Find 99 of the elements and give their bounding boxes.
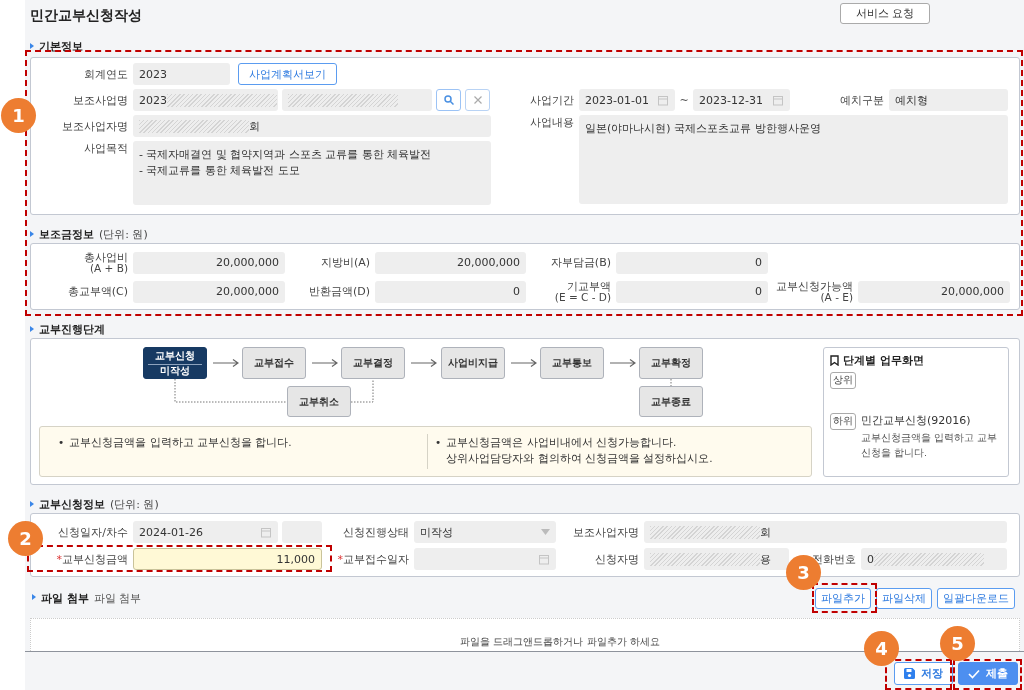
file-button[interactable]: 일괄다운로드 [937,587,1015,609]
step-node[interactable]: 사업비지급 [440,347,505,379]
step-node[interactable]: 교부접수 [242,347,307,379]
field-label: 총사업비 (A + B) [83,251,129,274]
section-title: 교부진행단계 [39,322,105,337]
field-label: 보조사업자명 [572,524,640,540]
drop-hint: 파일을 드래그앤드롭하거나 파일추가 하세요 [460,635,660,649]
bullet-icon [30,43,34,49]
section-title: 파일 첨부 [41,590,89,606]
input-field[interactable]: 20,000,000 [133,280,285,303]
field-label: 교부신청가능액 (A - E) [775,280,854,303]
caret-icon [541,529,550,535]
flow-arrow [411,359,438,367]
field-label: *교부신청금액 [55,551,129,567]
field-label: 보조사업자명 [61,118,129,134]
flow-arrow [609,359,636,367]
note-text: 교부신청금액은 사업비내에서 신청가능합니다. 상위사업담당자와 협의하여 신청금액을 설정하십시오. [446,435,713,467]
input-field[interactable]: 회 [644,521,1007,543]
field-label: 반환금액(D) [307,286,371,297]
search-button[interactable] [436,89,461,111]
input-field[interactable]: 0 [375,280,526,303]
input-field[interactable]: 20,000,000 [858,280,1010,303]
field-label: 신청자명 [594,551,640,567]
bullet-icon: • [435,434,442,469]
field-label: 지방비(A) [319,257,371,268]
section-title: 교부신청정보 [39,497,105,512]
field-label: 사업내용 [529,115,575,130]
input-field[interactable] [282,89,432,111]
field-label: 신청진행상태 [342,524,410,540]
bullet-icon [30,326,34,332]
input-field[interactable]: 20,000,000 [375,251,526,274]
calendar-icon [657,94,669,106]
page-title: 민간교부신청작성 [30,6,142,25]
input-field[interactable] [414,548,556,570]
view-plan-button[interactable]: 사업계획서보기 [238,63,337,85]
clear-button[interactable] [465,89,490,111]
input-field[interactable]: 0 [616,251,768,274]
input-field[interactable]: 0 [616,280,768,303]
file-button[interactable]: 파일삭제 [876,587,932,609]
field-label: 기교부액 (E = C - D) [553,280,612,303]
save-icon [904,668,915,679]
input-field[interactable]: 20,000,000 [133,251,285,274]
input-field[interactable]: 0 [861,548,1007,570]
field-label: 자부담금(B) [549,257,612,268]
screen-description: 교부신청금액을 입력하고 교부신청을 합니다. [861,431,999,460]
unit-note: (단위: 원) [99,227,148,242]
input-field[interactable]: 미작성 [414,521,556,543]
bookmark-icon [830,355,839,366]
field-label: 총교부액(C) [66,286,129,297]
field-label: 신청일자/차수 [57,524,129,540]
input-field[interactable]: 2023-01-01 [579,89,675,111]
unit-note: (단위: 원) [110,497,159,512]
note-text: 교부신청금액을 입력하고 교부신청을 합니다. [69,435,292,451]
level-tag: 하위 [830,413,856,430]
level-tag: 상위 [830,372,856,389]
field-label: 사업목적 [83,141,129,156]
panel-title: 단계별 업무화면 [843,353,924,368]
section-subtitle: 파일 첨부 [93,590,142,606]
field-label: *교부접수일자 [336,551,410,567]
calendar-icon [260,526,272,538]
input-field[interactable]: 11,000 [133,548,322,570]
input-field[interactable]: 용 [644,548,789,570]
flow-arrow [312,359,339,367]
calendar-icon [538,553,550,565]
step-node[interactable]: 교부확정 [639,347,703,379]
step-node[interactable]: 교부취소 [287,386,351,417]
bullet-icon [30,231,34,237]
input-field[interactable]: 2023-12-31 [693,89,790,111]
field-label: 예치구분 [839,92,885,108]
close-icon [473,96,482,104]
text-area[interactable]: - 국제자매결연 및 협약지역과 스포츠 교류를 통한 체육발전 - 국제교류를 통한 체육발전 도모 [133,141,491,205]
bullet-icon [32,594,36,600]
input-field[interactable]: 2024-01-26 [133,521,278,543]
input-field[interactable]: 예치형 [889,89,1008,111]
check-icon [968,668,980,679]
range-separator: ~ [679,93,689,107]
step-node[interactable]: 교부종료 [639,386,703,417]
save-button[interactable]: 저장 [894,662,953,685]
service-request-button[interactable]: 서비스 요청 [840,3,930,24]
field-label: 보조사업명 [72,92,129,108]
bullet-icon [30,501,34,507]
field-label: 사업기간 [529,92,575,108]
connector-line [669,379,673,387]
file-button[interactable]: 파일추가 [815,587,871,609]
field-label: 회계연도 [83,66,129,82]
step-node[interactable]: 교부결정 [341,347,406,379]
flow-arrow [213,359,239,367]
flow-arrow [510,359,537,367]
calendar-icon [772,94,784,106]
input-field[interactable]: 2023 [133,63,230,85]
input-field[interactable]: 2023 [133,89,278,111]
text-area[interactable]: 일본(야마나시현) 국제스포츠교류 방한행사운영 [579,115,1008,204]
bullet-icon: • [58,434,65,469]
search-icon [443,95,454,105]
step-node[interactable]: 교부신청 미작성 [143,347,207,379]
step-node[interactable]: 교부통보 [539,347,604,379]
section-title: 보조금정보 [39,227,94,242]
screen-link[interactable]: 민간교부신청(92016) [861,413,1002,428]
input-field[interactable]: 회 [133,115,491,137]
